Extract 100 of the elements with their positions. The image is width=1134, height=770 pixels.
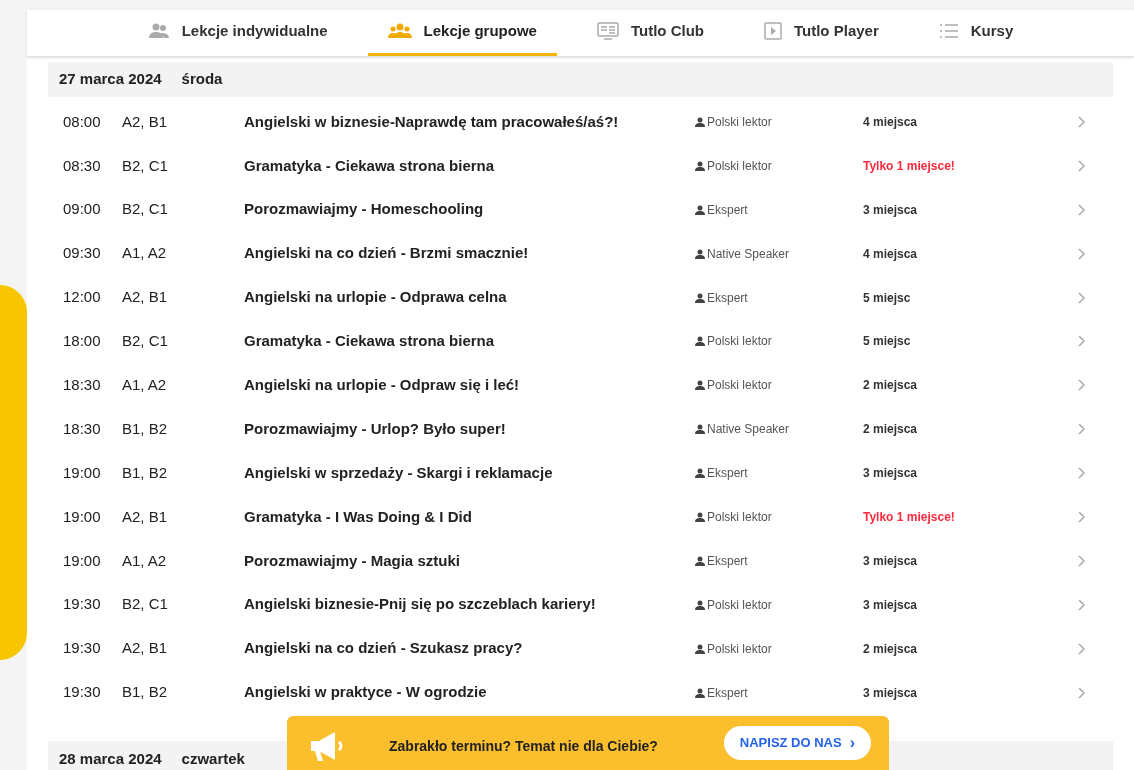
teacher-text: Ekspert — [707, 465, 748, 483]
time-text: 09:30 — [62, 243, 102, 264]
level-text: A2, B1 — [122, 111, 169, 132]
nav-tab[interactable]: Lekcje grupowe — [367, 9, 557, 56]
level-text: B2, C1 — [122, 199, 169, 220]
nav-tab[interactable]: Lekcje indywidualne — [127, 9, 348, 56]
chevron-icon — [1078, 510, 1086, 523]
lesson-title: Angielski na urlopie - Odpraw się i leć! — [244, 375, 521, 396]
teacher-text: Ekspert — [707, 684, 748, 702]
seats-text: 5 miejsc — [863, 333, 912, 351]
chevron-icon — [1078, 379, 1086, 392]
weekday-text: czwartek — [181, 748, 245, 769]
lesson-title: Angielski w biznesie-Naprawdę tam pracowałeś/aś?! — [244, 111, 620, 132]
person-icon — [695, 336, 705, 347]
lesson-title: Angielski na urlopie - Odprawa celna — [244, 287, 508, 308]
lesson-title: Angielski na co dzień - Brzmi smacznie! — [244, 243, 530, 264]
level-text: B1, B2 — [122, 682, 169, 703]
chevron-icon — [1078, 467, 1086, 480]
teacher-text: Polski lektor — [707, 640, 772, 658]
level-text: A1, A2 — [122, 375, 168, 396]
seats-text: 3 miejsca — [863, 596, 919, 614]
chevron-icon — [1078, 686, 1086, 699]
date-text: 27 marca 2024 — [59, 69, 162, 90]
lesson-title: Angielski w sprzedaży - Skargi i reklamacje — [244, 462, 554, 483]
chevron-icon — [1078, 335, 1086, 348]
level-text: B2, C1 — [122, 331, 169, 352]
seats-text: 2 miejsca — [863, 421, 919, 439]
teacher-text: Polski lektor — [707, 377, 772, 395]
person-icon — [695, 468, 705, 479]
time-text: 19:30 — [62, 682, 102, 703]
person-icon — [695, 116, 705, 127]
level-text: B2, C1 — [122, 155, 169, 176]
lesson-title: Gramatyka - Ciekawa strona bierna — [244, 155, 496, 176]
person-icon — [695, 511, 705, 522]
level-text: A2, B1 — [122, 638, 169, 659]
level-text: A1, A2 — [122, 550, 168, 571]
chevron-icon — [1078, 598, 1086, 611]
person-icon — [695, 292, 705, 303]
seats-text: Tylko 1 miejsce! — [863, 157, 956, 175]
level-text: B2, C1 — [122, 594, 169, 615]
person-icon — [695, 599, 705, 610]
teacher-text: Polski lektor — [707, 157, 772, 175]
nav-tab[interactable]: Tutlo Club — [576, 9, 724, 56]
time-text: 08:00 — [62, 111, 102, 132]
teacher-text: Polski lektor — [707, 113, 772, 131]
chevron-icon — [1078, 203, 1086, 216]
list-icon — [938, 23, 959, 39]
time-text: 09:00 — [62, 199, 102, 220]
level-text: B1, B2 — [122, 418, 169, 439]
teacher-text: Native Speaker — [707, 245, 790, 263]
time-text: 12:00 — [62, 287, 102, 308]
nav-tab[interactable]: Kursy — [918, 9, 1034, 56]
chevron-icon — [1078, 247, 1086, 260]
level-text: B1, B2 — [122, 462, 169, 483]
teacher-text: Ekspert — [707, 552, 748, 570]
level-text: A2, B1 — [122, 506, 169, 527]
time-text: 19:00 — [62, 550, 102, 571]
time-text: 19:00 — [62, 462, 102, 483]
contact-button[interactable]: NAPISZ DO NAS › — [723, 726, 871, 760]
time-text: 08:30 — [62, 155, 102, 176]
lesson-title: Porozmawiajmy - Urlop? Było super! — [244, 418, 507, 439]
person-icon — [695, 687, 705, 698]
person-icon — [695, 380, 705, 391]
chevron-icon — [1078, 115, 1086, 128]
level-text: A1, A2 — [122, 243, 168, 264]
time-text: 19:30 — [62, 594, 102, 615]
seats-text: 3 miejsca — [863, 201, 919, 219]
seats-text: 5 miejsc — [863, 289, 912, 307]
date-text: 28 marca 2024 — [59, 748, 162, 769]
person-icon — [695, 424, 705, 435]
play-icon — [764, 22, 782, 40]
time-text: 18:00 — [62, 331, 102, 352]
chevron-icon — [1078, 423, 1086, 436]
chevron-icon — [1078, 642, 1086, 655]
time-text: 18:30 — [62, 418, 102, 439]
level-text: A2, B1 — [122, 287, 169, 308]
time-text: 19:30 — [62, 638, 102, 659]
nav-tab[interactable]: Tutlo Player — [744, 9, 899, 56]
chevron-icon — [1078, 159, 1086, 172]
lesson-title: Angielski biznesie-Pnij się po szczeblach kariery! — [244, 594, 597, 615]
seats-text: 2 miejsca — [863, 377, 919, 395]
seats-text: 3 miejsca — [863, 552, 919, 570]
seats-text: Tylko 1 miejsce! — [863, 508, 956, 526]
teacher-text: Native Speaker — [707, 421, 790, 439]
teacher-text: Polski lektor — [707, 596, 772, 614]
teacher-text: Polski lektor — [707, 508, 772, 526]
banner-text: Zabrakło terminu? Temat nie dla Ciebie? — [389, 736, 658, 756]
teacher-text: Ekspert — [707, 289, 748, 307]
chevron-icon — [1078, 291, 1086, 304]
time-text: 18:30 — [62, 375, 102, 396]
teacher-text: Ekspert — [707, 201, 748, 219]
seats-text: 3 miejsca — [863, 684, 919, 702]
person-icon — [695, 204, 705, 215]
group-icon — [387, 23, 412, 39]
lesson-title: Gramatyka - I Was Doing & I Did — [244, 506, 473, 527]
person-icon — [695, 248, 705, 259]
teacher-text: Polski lektor — [707, 333, 772, 351]
seats-text: 3 miejsca — [863, 465, 919, 483]
lesson-title: Angielski w praktyce - W ogrodzie — [244, 682, 488, 703]
chevron-icon — [1078, 554, 1086, 567]
